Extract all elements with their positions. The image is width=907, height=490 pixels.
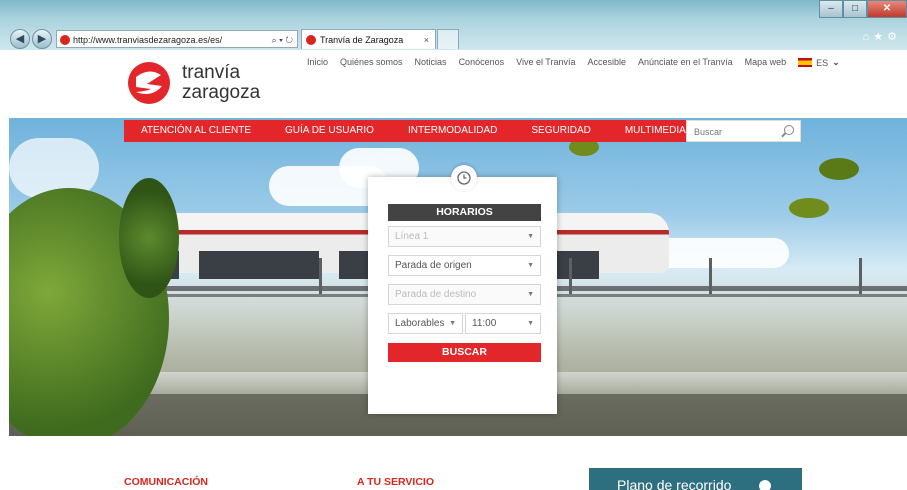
comunicacion-heading: COMUNICACIÓN (124, 476, 208, 488)
address-url: http://www.tranviasdezaragoza.es/es/ (73, 35, 223, 45)
topnav-conocenos[interactable]: Conócenos (459, 57, 505, 68)
origen-select[interactable]: Parada de origen ▼ (388, 255, 541, 276)
destino-value: Parada de destino (395, 289, 477, 300)
plano-label: Plano de recorrido (617, 477, 732, 490)
dia-value: Laborables (395, 318, 445, 329)
tab-favicon-icon (306, 35, 316, 45)
forward-button[interactable]: ▶ (32, 29, 52, 49)
a-tu-servicio-heading: A TU SERVICIO (357, 476, 435, 488)
clock-icon-badge (451, 165, 477, 191)
browser-tab[interactable]: Tranvía de Zaragoza × (301, 29, 436, 49)
chevron-down-icon: ▼ (449, 320, 456, 327)
topnav-mapa-web[interactable]: Mapa web (745, 57, 787, 68)
nav-atencion-cliente[interactable]: ATENCIÓN AL CLIENTE (141, 120, 251, 142)
search-refresh-icon[interactable]: ⌕ ▾ ↻ (272, 31, 293, 49)
minimize-button[interactable]: – (819, 0, 843, 18)
window-controls: – □ ✕ (819, 0, 907, 18)
linea-select[interactable]: Línea 1 ▼ (388, 226, 541, 247)
hora-value: 11:00 (472, 318, 497, 329)
chevron-down-icon: ▼ (527, 320, 534, 327)
chevron-down-icon: ▼ (527, 262, 534, 269)
nav-seguridad[interactable]: SEGURIDAD (531, 120, 590, 142)
linea-value: Línea 1 (395, 231, 429, 242)
close-window-button[interactable]: ✕ (867, 0, 907, 18)
spain-flag-icon (798, 58, 813, 67)
topnav-vive-el-tranvia[interactable]: Vive el Tranvía (516, 57, 575, 68)
plano-recorrido-button[interactable]: Plano de recorrido (589, 468, 802, 490)
site-favicon-icon (60, 35, 70, 45)
tab-title: Tranvía de Zaragoza (320, 35, 404, 45)
chevron-down-icon: ⌄ (832, 57, 840, 67)
language-code: ES (816, 57, 829, 68)
destino-select[interactable]: Parada de destino ▼ (388, 284, 541, 305)
logo-line2: zaragoza (182, 82, 261, 103)
language-selector[interactable]: ES ⌄ (798, 57, 840, 68)
nav-intermodalidad[interactable]: INTERMODALIDAD (408, 120, 497, 142)
buscar-button[interactable]: BUSCAR (388, 343, 541, 362)
topnav-noticias[interactable]: Noticias (415, 57, 447, 68)
logo-text[interactable]: tranvía zaragoza (182, 63, 260, 103)
address-bar[interactable]: http://www.tranviasdezaragoza.es/es/ ⌕ ▾… (56, 30, 298, 48)
chevron-down-icon: ▼ (527, 291, 534, 298)
tab-close-icon[interactable]: × (424, 30, 429, 50)
top-navigation: Inicio Quiénes somos Noticias Conócenos … (307, 57, 840, 68)
tranvia-logo-icon[interactable] (127, 60, 171, 106)
hora-select[interactable]: 11:00 ▼ (465, 313, 541, 334)
new-tab-button[interactable] (437, 29, 459, 49)
horarios-title: HORARIOS (388, 204, 541, 221)
topnav-accesible[interactable]: Accesible (587, 57, 626, 68)
topnav-inicio[interactable]: Inicio (307, 57, 328, 68)
maximize-button[interactable]: □ (843, 0, 867, 18)
topnav-quienes-somos[interactable]: Quiénes somos (340, 57, 403, 68)
chevron-down-icon: ▼ (527, 233, 534, 240)
nav-multimedia[interactable]: MULTIMEDIA (625, 120, 686, 142)
topnav-anunciate[interactable]: Anúnciate en el Tranvía (638, 57, 733, 68)
search-icon[interactable] (784, 125, 794, 135)
browser-toolbar-icons[interactable]: ⌂★⚙ (863, 30, 901, 43)
clock-icon (457, 171, 471, 185)
dia-select[interactable]: Laborables ▼ (388, 313, 463, 334)
browser-chrome: – □ ✕ ◀ ▶ http://www.tranviasdezaragoza.… (0, 0, 907, 50)
main-navigation: ATENCIÓN AL CLIENTE GUÍA DE USUARIO INTE… (124, 120, 686, 142)
search-input[interactable] (692, 122, 784, 142)
origen-value: Parada de origen (395, 260, 472, 271)
logo-line1: tranvía (182, 62, 241, 83)
search-box[interactable] (686, 120, 801, 142)
nav-guia-usuario[interactable]: GUÍA DE USUARIO (285, 120, 374, 142)
back-button[interactable]: ◀ (10, 29, 30, 49)
map-pin-icon (759, 480, 771, 490)
